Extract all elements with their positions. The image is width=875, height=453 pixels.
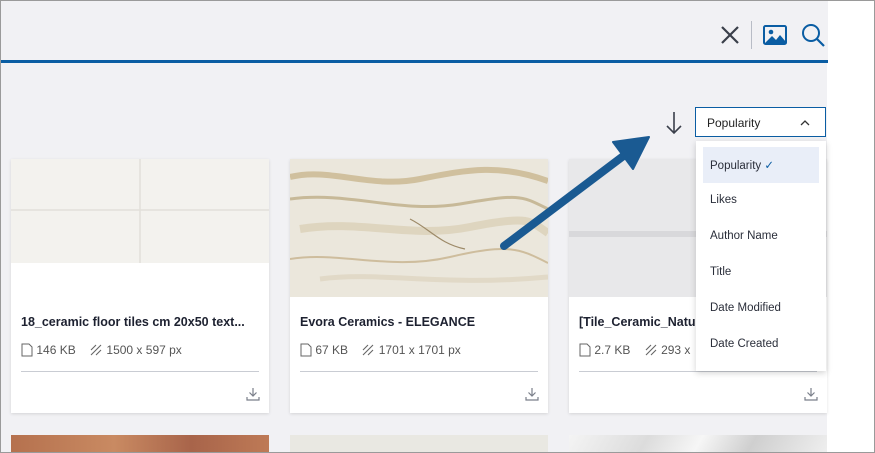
image-dimensions: 1701 x 1701 px bbox=[378, 342, 461, 357]
chevron-up-icon bbox=[800, 120, 810, 126]
card-divider bbox=[300, 371, 538, 372]
download-icon[interactable] bbox=[245, 386, 261, 402]
card-meta: 67 KB 1701 x 1701 px bbox=[300, 342, 461, 358]
card-title[interactable]: Evora Ceramics - ELEGANCE bbox=[300, 315, 540, 329]
dimensions-icon bbox=[363, 344, 374, 356]
sort-option-likes[interactable]: Likes bbox=[696, 183, 826, 219]
file-icon bbox=[579, 343, 591, 357]
dimensions-icon bbox=[90, 344, 102, 356]
card-meta: 2.7 KB 293 x bbox=[579, 342, 690, 358]
asset-card[interactable]: 18_ceramic floor tiles cm 20x50 text... … bbox=[11, 159, 269, 413]
card-title[interactable]: 18_ceramic floor tiles cm 20x50 text... bbox=[21, 315, 261, 329]
image-search-icon[interactable] bbox=[761, 21, 789, 49]
checkmark-icon: ✓ bbox=[764, 160, 774, 172]
sort-option-label: Popularity bbox=[710, 160, 762, 172]
sort-option-date-created[interactable]: Date Created bbox=[696, 327, 826, 363]
sort-option-date-modified[interactable]: Date Modified bbox=[696, 291, 826, 327]
sort-option-popularity[interactable]: Popularity ✓ bbox=[703, 147, 819, 183]
sort-dropdown-menu: Popularity ✓ Likes Author Name Title Dat… bbox=[696, 141, 826, 371]
sort-option-author-name[interactable]: Author Name bbox=[696, 219, 826, 255]
card-meta: 146 KB 1500 x 597 px bbox=[21, 342, 182, 358]
card-divider bbox=[579, 371, 817, 372]
file-icon bbox=[21, 343, 33, 357]
app-window: 18_ceramic floor tiles cm 20x50 text... … bbox=[0, 0, 875, 453]
file-size: 2.7 KB bbox=[594, 342, 631, 357]
thumbnail-image[interactable] bbox=[290, 159, 548, 297]
image-dimensions: 293 x bbox=[661, 342, 691, 357]
top-toolbar bbox=[1, 1, 828, 63]
sort-option-label: Likes bbox=[710, 194, 737, 206]
sort-direction-arrow-icon[interactable] bbox=[663, 109, 685, 137]
file-size: 146 KB bbox=[36, 342, 76, 357]
toolbar-separator bbox=[751, 21, 752, 49]
card-divider bbox=[21, 371, 259, 372]
sort-select[interactable]: Popularity bbox=[695, 107, 826, 137]
file-size: 67 KB bbox=[315, 342, 349, 357]
close-icon[interactable] bbox=[716, 21, 744, 49]
sort-option-label: Title bbox=[710, 266, 732, 278]
right-margin bbox=[827, 1, 874, 452]
sort-option-label: Date Created bbox=[710, 338, 779, 350]
thumbnail-image[interactable] bbox=[11, 159, 269, 297]
sort-option-label: Date Modified bbox=[710, 302, 781, 314]
sort-selected-value: Popularity bbox=[707, 116, 761, 130]
image-dimensions: 1500 x 597 px bbox=[106, 342, 182, 357]
asset-card-thumbnail-partial[interactable] bbox=[11, 435, 269, 452]
dimensions-icon bbox=[645, 344, 657, 356]
sort-option-label: Author Name bbox=[710, 230, 778, 242]
asset-card-thumbnail-partial[interactable] bbox=[290, 435, 548, 452]
asset-card[interactable]: Evora Ceramics - ELEGANCE 67 KB 1701 x 1… bbox=[290, 159, 548, 413]
search-icon[interactable] bbox=[799, 21, 827, 49]
sort-option-title[interactable]: Title bbox=[696, 255, 826, 291]
file-icon bbox=[300, 343, 312, 357]
download-icon[interactable] bbox=[524, 386, 540, 402]
download-icon[interactable] bbox=[803, 386, 819, 402]
asset-card-thumbnail-partial[interactable] bbox=[569, 435, 827, 452]
